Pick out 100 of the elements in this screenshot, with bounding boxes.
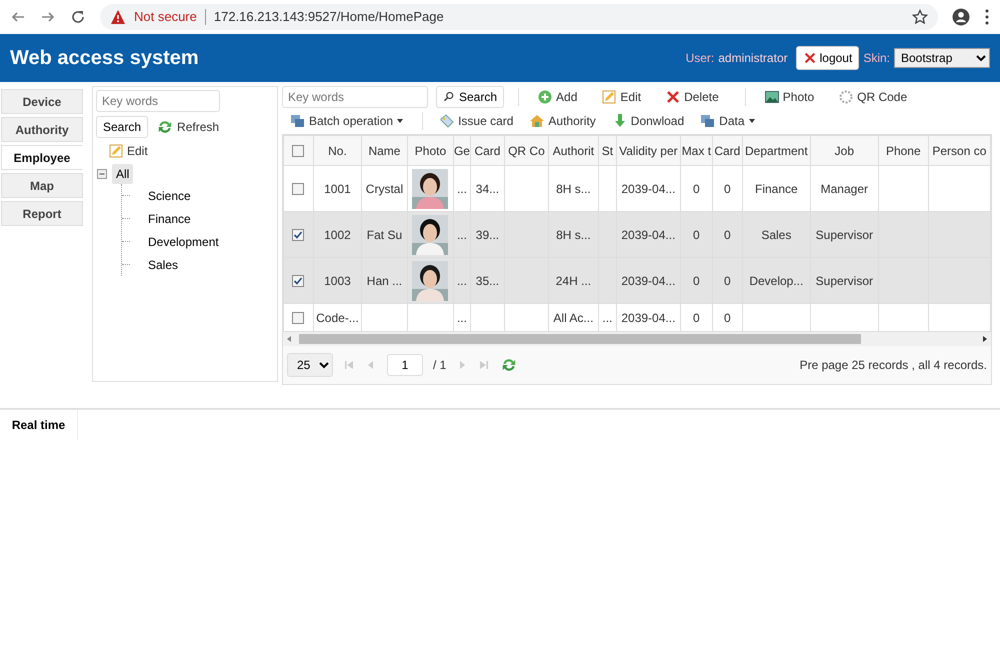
refresh-button[interactable]: Refresh bbox=[152, 118, 224, 136]
column-header[interactable]: Job bbox=[810, 136, 878, 166]
column-header[interactable]: Name bbox=[361, 136, 408, 166]
nav-tab[interactable]: Report bbox=[1, 201, 83, 226]
column-header[interactable]: Phone bbox=[878, 136, 928, 166]
user-label: User: bbox=[686, 50, 714, 67]
column-header[interactable]: St bbox=[598, 136, 616, 166]
user-name: administrator bbox=[718, 50, 788, 67]
table-cell: Fat Su bbox=[366, 228, 402, 242]
column-header[interactable]: Person co bbox=[928, 136, 990, 166]
toolbar-button[interactable]: Issue card bbox=[435, 112, 518, 130]
table-cell: 2039-04... bbox=[621, 274, 676, 288]
close-icon bbox=[802, 51, 817, 65]
table-cell: Code-... bbox=[316, 310, 359, 324]
search-field[interactable]: Key words bbox=[282, 86, 428, 108]
house-icon bbox=[529, 113, 546, 129]
table-cell: ... bbox=[456, 182, 467, 196]
toolbar-button[interactable]: Data bbox=[696, 112, 760, 130]
table-cell: 0 bbox=[724, 182, 731, 196]
tree-node[interactable]: Science bbox=[144, 186, 195, 206]
toolbar-button[interactable]: Delete bbox=[661, 88, 723, 106]
tree-node[interactable]: Development bbox=[144, 232, 223, 252]
menu-icon bbox=[984, 9, 990, 25]
search-button[interactable]: Search bbox=[96, 116, 148, 138]
toolbar-button[interactable]: QR Code bbox=[834, 88, 912, 106]
tree-node[interactable]: Sales bbox=[144, 254, 182, 274]
warning-icon bbox=[110, 9, 126, 25]
column-header[interactable]: Photo bbox=[407, 136, 454, 166]
nav-tab[interactable]: Device bbox=[1, 89, 83, 114]
table-cell: Develop... bbox=[749, 274, 804, 288]
table-cell: 1002 bbox=[324, 228, 351, 242]
table-cell: 0 bbox=[724, 228, 731, 242]
toolbar-button[interactable]: Edit bbox=[597, 88, 646, 106]
gear-icon bbox=[838, 89, 854, 105]
table-cell: Supervisor bbox=[816, 274, 873, 288]
column-header[interactable]: Ge bbox=[453, 136, 470, 166]
column-header[interactable]: Authorit bbox=[548, 136, 598, 166]
table-cell: 24H ... bbox=[556, 274, 592, 288]
column-header[interactable]: Max t bbox=[680, 136, 712, 166]
table-cell: 39... bbox=[476, 228, 500, 242]
nav-tab[interactable]: Map bbox=[1, 173, 83, 198]
logout-button[interactable]: logout bbox=[796, 46, 860, 70]
table-cell: 35... bbox=[476, 274, 500, 288]
column-header[interactable]: Card bbox=[470, 136, 504, 166]
table-cell: Finance bbox=[754, 182, 798, 196]
table-cell: 1001 bbox=[324, 182, 351, 196]
close-icon bbox=[665, 89, 682, 105]
app-title: Web access system bbox=[10, 46, 200, 70]
skin-select[interactable]: Bootstrap bbox=[894, 48, 990, 68]
table-cell: 0 bbox=[693, 228, 700, 242]
pencil-icon bbox=[108, 143, 124, 159]
page-size-select[interactable]: 25 bbox=[287, 353, 333, 377]
table-cell: 0 bbox=[724, 274, 731, 288]
search-field[interactable]: Key words bbox=[96, 90, 220, 112]
column-header[interactable]: No. bbox=[313, 136, 362, 166]
checked-checkbox[interactable] bbox=[292, 229, 304, 242]
checkbox[interactable] bbox=[292, 145, 304, 158]
table-cell: ... bbox=[456, 274, 467, 288]
scroll-left-icon bbox=[286, 335, 294, 343]
tree-node[interactable]: All bbox=[112, 164, 134, 184]
column-header[interactable]: Department bbox=[742, 136, 810, 166]
table-cell: 2039-04... bbox=[621, 310, 676, 324]
column-header[interactable]: Card bbox=[712, 136, 742, 166]
page-field[interactable]: 1 bbox=[387, 354, 423, 376]
account-icon bbox=[952, 8, 970, 26]
table-cell: ... bbox=[602, 310, 612, 324]
stack-icon bbox=[700, 113, 716, 129]
table-cell: 1003 bbox=[324, 274, 351, 288]
toolbar-button[interactable]: Photo bbox=[760, 88, 818, 106]
toolbar-button[interactable]: Donwload bbox=[608, 112, 688, 130]
checkbox[interactable] bbox=[292, 312, 304, 324]
tree-node[interactable]: Finance bbox=[144, 208, 195, 228]
nav-tab[interactable]: Employee bbox=[1, 145, 83, 170]
table-cell: 2039-04... bbox=[621, 228, 676, 242]
search-button[interactable]: Search bbox=[436, 86, 504, 108]
toolbar-button[interactable]: Batch operation bbox=[286, 112, 408, 130]
edit-button[interactable]: Edit bbox=[104, 142, 152, 160]
scroll-right-icon bbox=[980, 335, 988, 343]
toolbar-button[interactable]: Authority bbox=[525, 112, 600, 130]
collapse-icon[interactable] bbox=[96, 168, 108, 180]
stack-icon bbox=[290, 113, 306, 129]
table-cell: 0 bbox=[693, 274, 700, 288]
page-total: / 1 bbox=[433, 357, 446, 374]
table-cell: 0 bbox=[724, 310, 731, 324]
add-icon bbox=[537, 89, 554, 105]
table-cell: ... bbox=[456, 228, 467, 242]
table-cell: 34... bbox=[476, 182, 500, 196]
toolbar-button[interactable]: Add bbox=[533, 88, 582, 106]
horizontal-scrollbar[interactable] bbox=[283, 332, 991, 346]
star-icon bbox=[912, 9, 928, 25]
column-header[interactable]: QR Co bbox=[504, 136, 548, 166]
pager-summary: Pre page 25 records , all 4 records. bbox=[800, 357, 987, 374]
address-field[interactable]: 172.16.213.143:9527/Home/HomePage bbox=[214, 7, 444, 27]
nav-tab[interactable]: Authority bbox=[1, 117, 83, 142]
checkbox[interactable] bbox=[292, 183, 304, 196]
checked-checkbox[interactable] bbox=[292, 275, 304, 288]
security-label: Not secure bbox=[134, 8, 197, 26]
table-cell: 2039-04... bbox=[621, 182, 676, 196]
column-header[interactable]: Validity per bbox=[616, 136, 680, 166]
table-cell: 0 bbox=[693, 182, 700, 196]
